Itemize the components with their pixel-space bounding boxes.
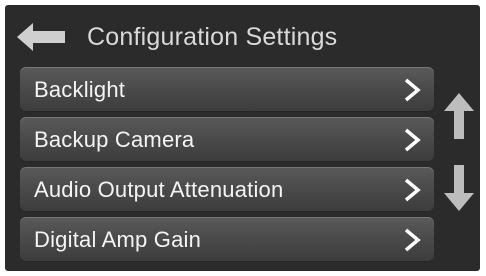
menu-item-label: Backlight bbox=[34, 77, 126, 102]
menu-item-label: Audio Output Attenuation bbox=[34, 177, 284, 202]
menu-item-audio-output-attenuation[interactable]: Audio Output Attenuation bbox=[20, 167, 434, 212]
back-button[interactable] bbox=[17, 23, 69, 51]
arrow-down-icon bbox=[444, 165, 474, 211]
page-title: Configuration Settings bbox=[87, 23, 338, 51]
settings-menu: Backlight Backup Camera Audio Output Att… bbox=[20, 67, 434, 267]
header-bar: Configuration Settings bbox=[5, 5, 480, 67]
menu-item-label: Digital Amp Gain bbox=[34, 227, 202, 252]
menu-item-backlight[interactable]: Backlight bbox=[20, 67, 434, 112]
chevron-right-icon bbox=[404, 78, 421, 102]
chevron-right-icon bbox=[404, 228, 421, 252]
arrow-up-icon bbox=[444, 93, 474, 139]
chevron-right-icon bbox=[404, 128, 421, 152]
menu-item-label: Backup Camera bbox=[34, 127, 195, 152]
scroll-down-button[interactable] bbox=[444, 165, 474, 211]
chevron-right-icon bbox=[404, 178, 421, 202]
menu-item-digital-amp-gain[interactable]: Digital Amp Gain bbox=[20, 217, 434, 262]
configuration-screen: Configuration Settings Backlight Backup … bbox=[5, 5, 480, 271]
arrow-left-icon bbox=[17, 23, 65, 51]
menu-item-backup-camera[interactable]: Backup Camera bbox=[20, 117, 434, 162]
scroll-up-button[interactable] bbox=[444, 93, 474, 139]
